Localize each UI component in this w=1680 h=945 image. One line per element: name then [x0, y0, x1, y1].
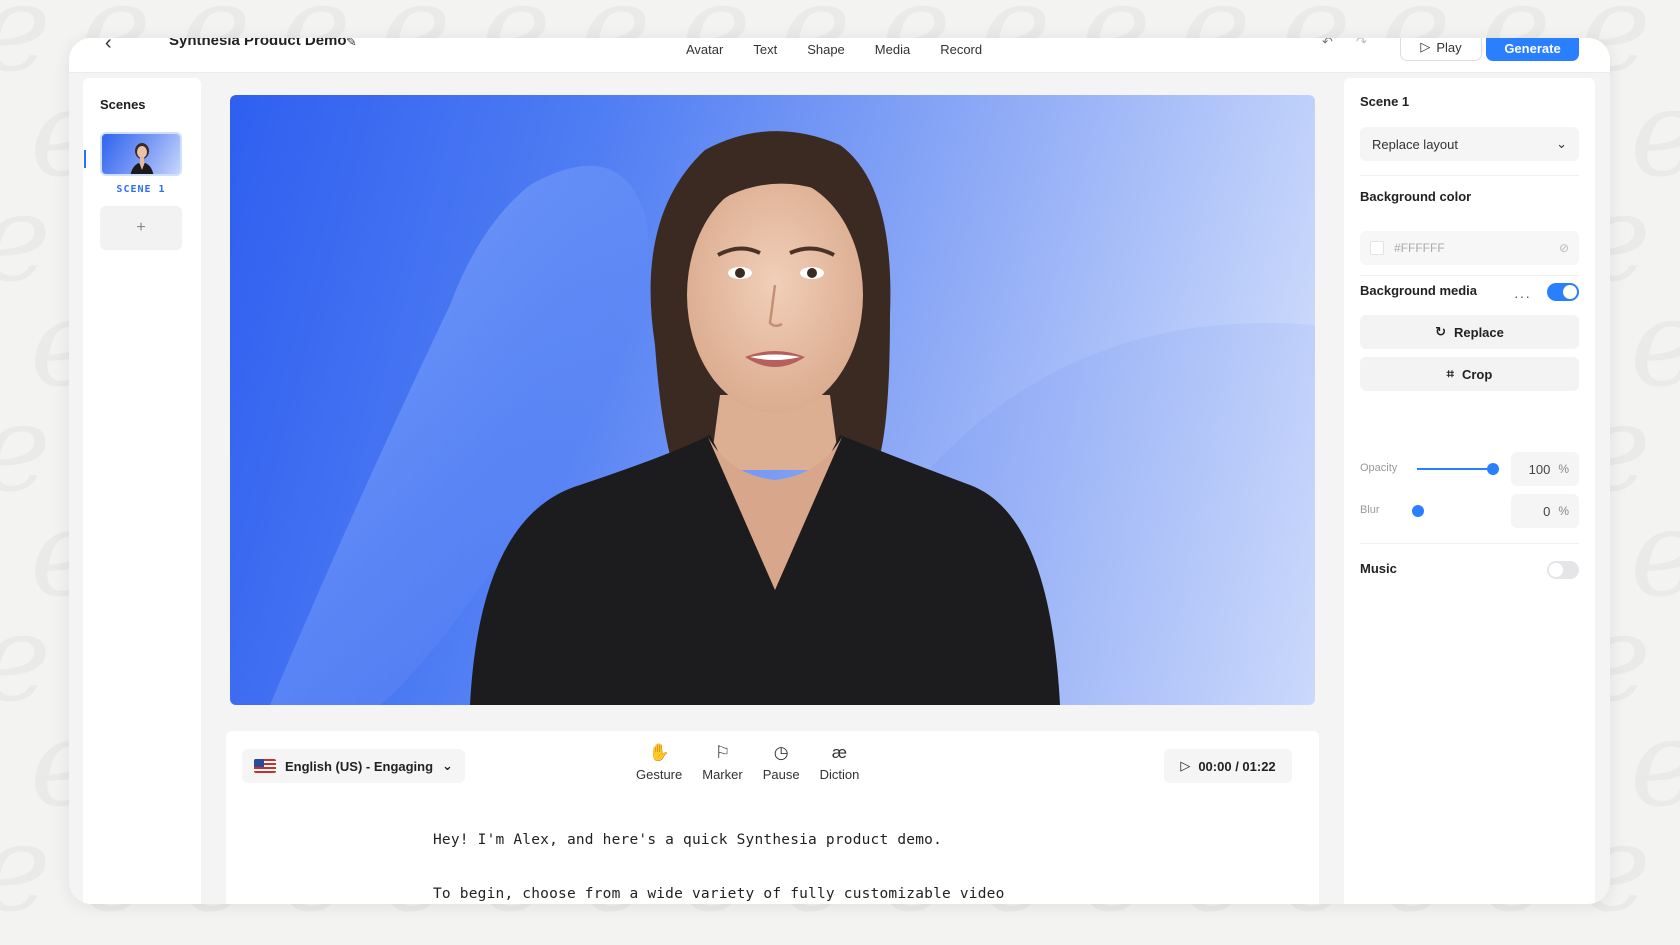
voice-language-label: English (US) - Engaging	[285, 758, 434, 774]
toggle-knob	[1563, 285, 1577, 299]
rename-pencil-icon[interactable]: ✎	[346, 38, 357, 50]
avatar-thumbnail-image	[130, 143, 154, 174]
blur-value: 0	[1543, 503, 1551, 519]
preview-play-button[interactable]: ▷ 00:00 / 01:22	[1164, 749, 1292, 783]
generate-button[interactable]: Generate	[1486, 38, 1579, 61]
background-media-toggle[interactable]	[1547, 283, 1579, 301]
background-color-field[interactable]: #FFFFFF ⊘	[1360, 231, 1579, 265]
undo-icon[interactable]: ↶	[1322, 38, 1333, 50]
background-color-value: #FFFFFF	[1394, 241, 1445, 255]
play-icon: ▷	[1180, 758, 1191, 773]
opacity-input[interactable]: 100 %	[1511, 452, 1579, 486]
replace-label: Replace	[1454, 324, 1504, 340]
crop-button[interactable]: ⌗ Crop	[1360, 357, 1579, 391]
redo-icon[interactable]: ↷	[1356, 38, 1367, 50]
opacity-slider-thumb[interactable]	[1487, 463, 1499, 475]
color-swatch[interactable]	[1370, 241, 1384, 255]
background-media-label: Background media	[1360, 283, 1478, 298]
music-toggle[interactable]	[1547, 561, 1579, 579]
properties-panel: Scene 1 Replace layout ⌄ Background colo…	[1344, 78, 1595, 904]
watermark-glyph: e	[0, 810, 51, 930]
play-icon: ▷	[1420, 39, 1431, 54]
diction-icon: æ	[831, 743, 848, 762]
eye-off-icon[interactable]: ⊘	[1559, 241, 1569, 255]
project-title[interactable]: Synthesia Product Demo	[169, 38, 347, 49]
percent-unit: %	[1558, 504, 1569, 518]
insert-toolbar: Avatar Text Shape Media Record	[686, 42, 982, 57]
scenes-panel: Scenes SCENE 1 +	[83, 78, 201, 904]
layout-select[interactable]: Replace layout ⌄	[1360, 127, 1579, 161]
scene-title: Scene 1	[1360, 94, 1410, 109]
opacity-slider-track[interactable]	[1417, 468, 1493, 470]
blur-slider-thumb[interactable]	[1412, 505, 1424, 517]
layout-select-label: Replace layout	[1372, 136, 1458, 152]
tab-record[interactable]: Record	[940, 42, 982, 57]
replace-button[interactable]: ↻ Replace	[1360, 315, 1579, 349]
play-button[interactable]: ▷ Play	[1400, 38, 1482, 61]
canvas-scene-image	[270, 131, 1315, 705]
hand-icon: ✋	[648, 743, 670, 762]
opacity-value: 100	[1528, 461, 1551, 477]
percent-unit: %	[1558, 462, 1569, 476]
add-scene-button[interactable]: +	[100, 206, 182, 250]
voice-language-select[interactable]: English (US) - Engaging ⌄	[242, 749, 465, 783]
chevron-down-icon: ⌄	[442, 758, 453, 773]
toggle-knob	[1549, 563, 1563, 577]
script-panel: English (US) - Engaging ⌄ ✋ Gesture ⚐ Ma…	[226, 731, 1319, 904]
more-options-icon[interactable]: ···	[1514, 288, 1531, 304]
clock-icon: ◷	[773, 743, 789, 762]
gesture-label: Gesture	[636, 767, 683, 782]
generate-label: Generate	[1504, 41, 1561, 56]
music-label: Music	[1360, 561, 1397, 576]
script-tools: ✋ Gesture ⚐ Marker ◷ Pause æ Diction	[636, 743, 859, 782]
script-line: Hey! I'm Alex, and here's a quick Synthe…	[433, 832, 942, 848]
scenes-title: Scenes	[100, 97, 146, 112]
video-canvas[interactable]	[230, 95, 1315, 705]
gesture-button[interactable]: ✋ Gesture	[636, 743, 682, 782]
background-color-label: Background color	[1360, 189, 1472, 204]
pause-label: Pause	[762, 767, 800, 782]
top-bar: ‹ Synthesia Product Demo ✎ Avatar Text S…	[69, 38, 1610, 73]
divider	[1360, 275, 1579, 276]
marker-label: Marker	[702, 767, 743, 782]
chevron-down-icon: ⌄	[1556, 136, 1567, 151]
tab-avatar[interactable]: Avatar	[686, 42, 723, 57]
diction-button[interactable]: æ Diction	[820, 743, 860, 782]
refresh-icon: ↻	[1435, 324, 1447, 339]
blur-label: Blur	[1360, 504, 1380, 516]
editor-window: ‹ Synthesia Product Demo ✎ Avatar Text S…	[69, 38, 1610, 904]
us-flag-icon	[254, 759, 276, 773]
scene-label: SCENE 1	[116, 184, 166, 195]
active-scene-indicator	[84, 150, 86, 168]
pause-button[interactable]: ◷ Pause	[763, 743, 800, 782]
timer-text: 00:00 / 01:22	[1198, 758, 1276, 774]
marker-icon: ⚐	[714, 743, 731, 762]
back-arrow-icon[interactable]: ‹	[105, 38, 112, 55]
script-editor[interactable]: Hey! I'm Alex, and here's a quick Synthe…	[433, 813, 1005, 904]
marker-button[interactable]: ⚐ Marker	[702, 743, 742, 782]
scene-thumbnail[interactable]	[100, 132, 182, 176]
divider	[1360, 175, 1579, 176]
blur-input[interactable]: 0 %	[1511, 494, 1579, 528]
diction-label: Diction	[819, 767, 860, 782]
play-label: Play	[1436, 40, 1462, 55]
crop-label: Crop	[1461, 366, 1493, 382]
tab-text[interactable]: Text	[753, 42, 777, 57]
crop-icon: ⌗	[1446, 366, 1454, 381]
tab-shape[interactable]: Shape	[807, 42, 845, 57]
divider	[1360, 543, 1579, 544]
tab-media[interactable]: Media	[875, 42, 910, 57]
script-line: To begin, choose from a wide variety of …	[433, 886, 1005, 902]
opacity-label: Opacity	[1360, 462, 1398, 474]
